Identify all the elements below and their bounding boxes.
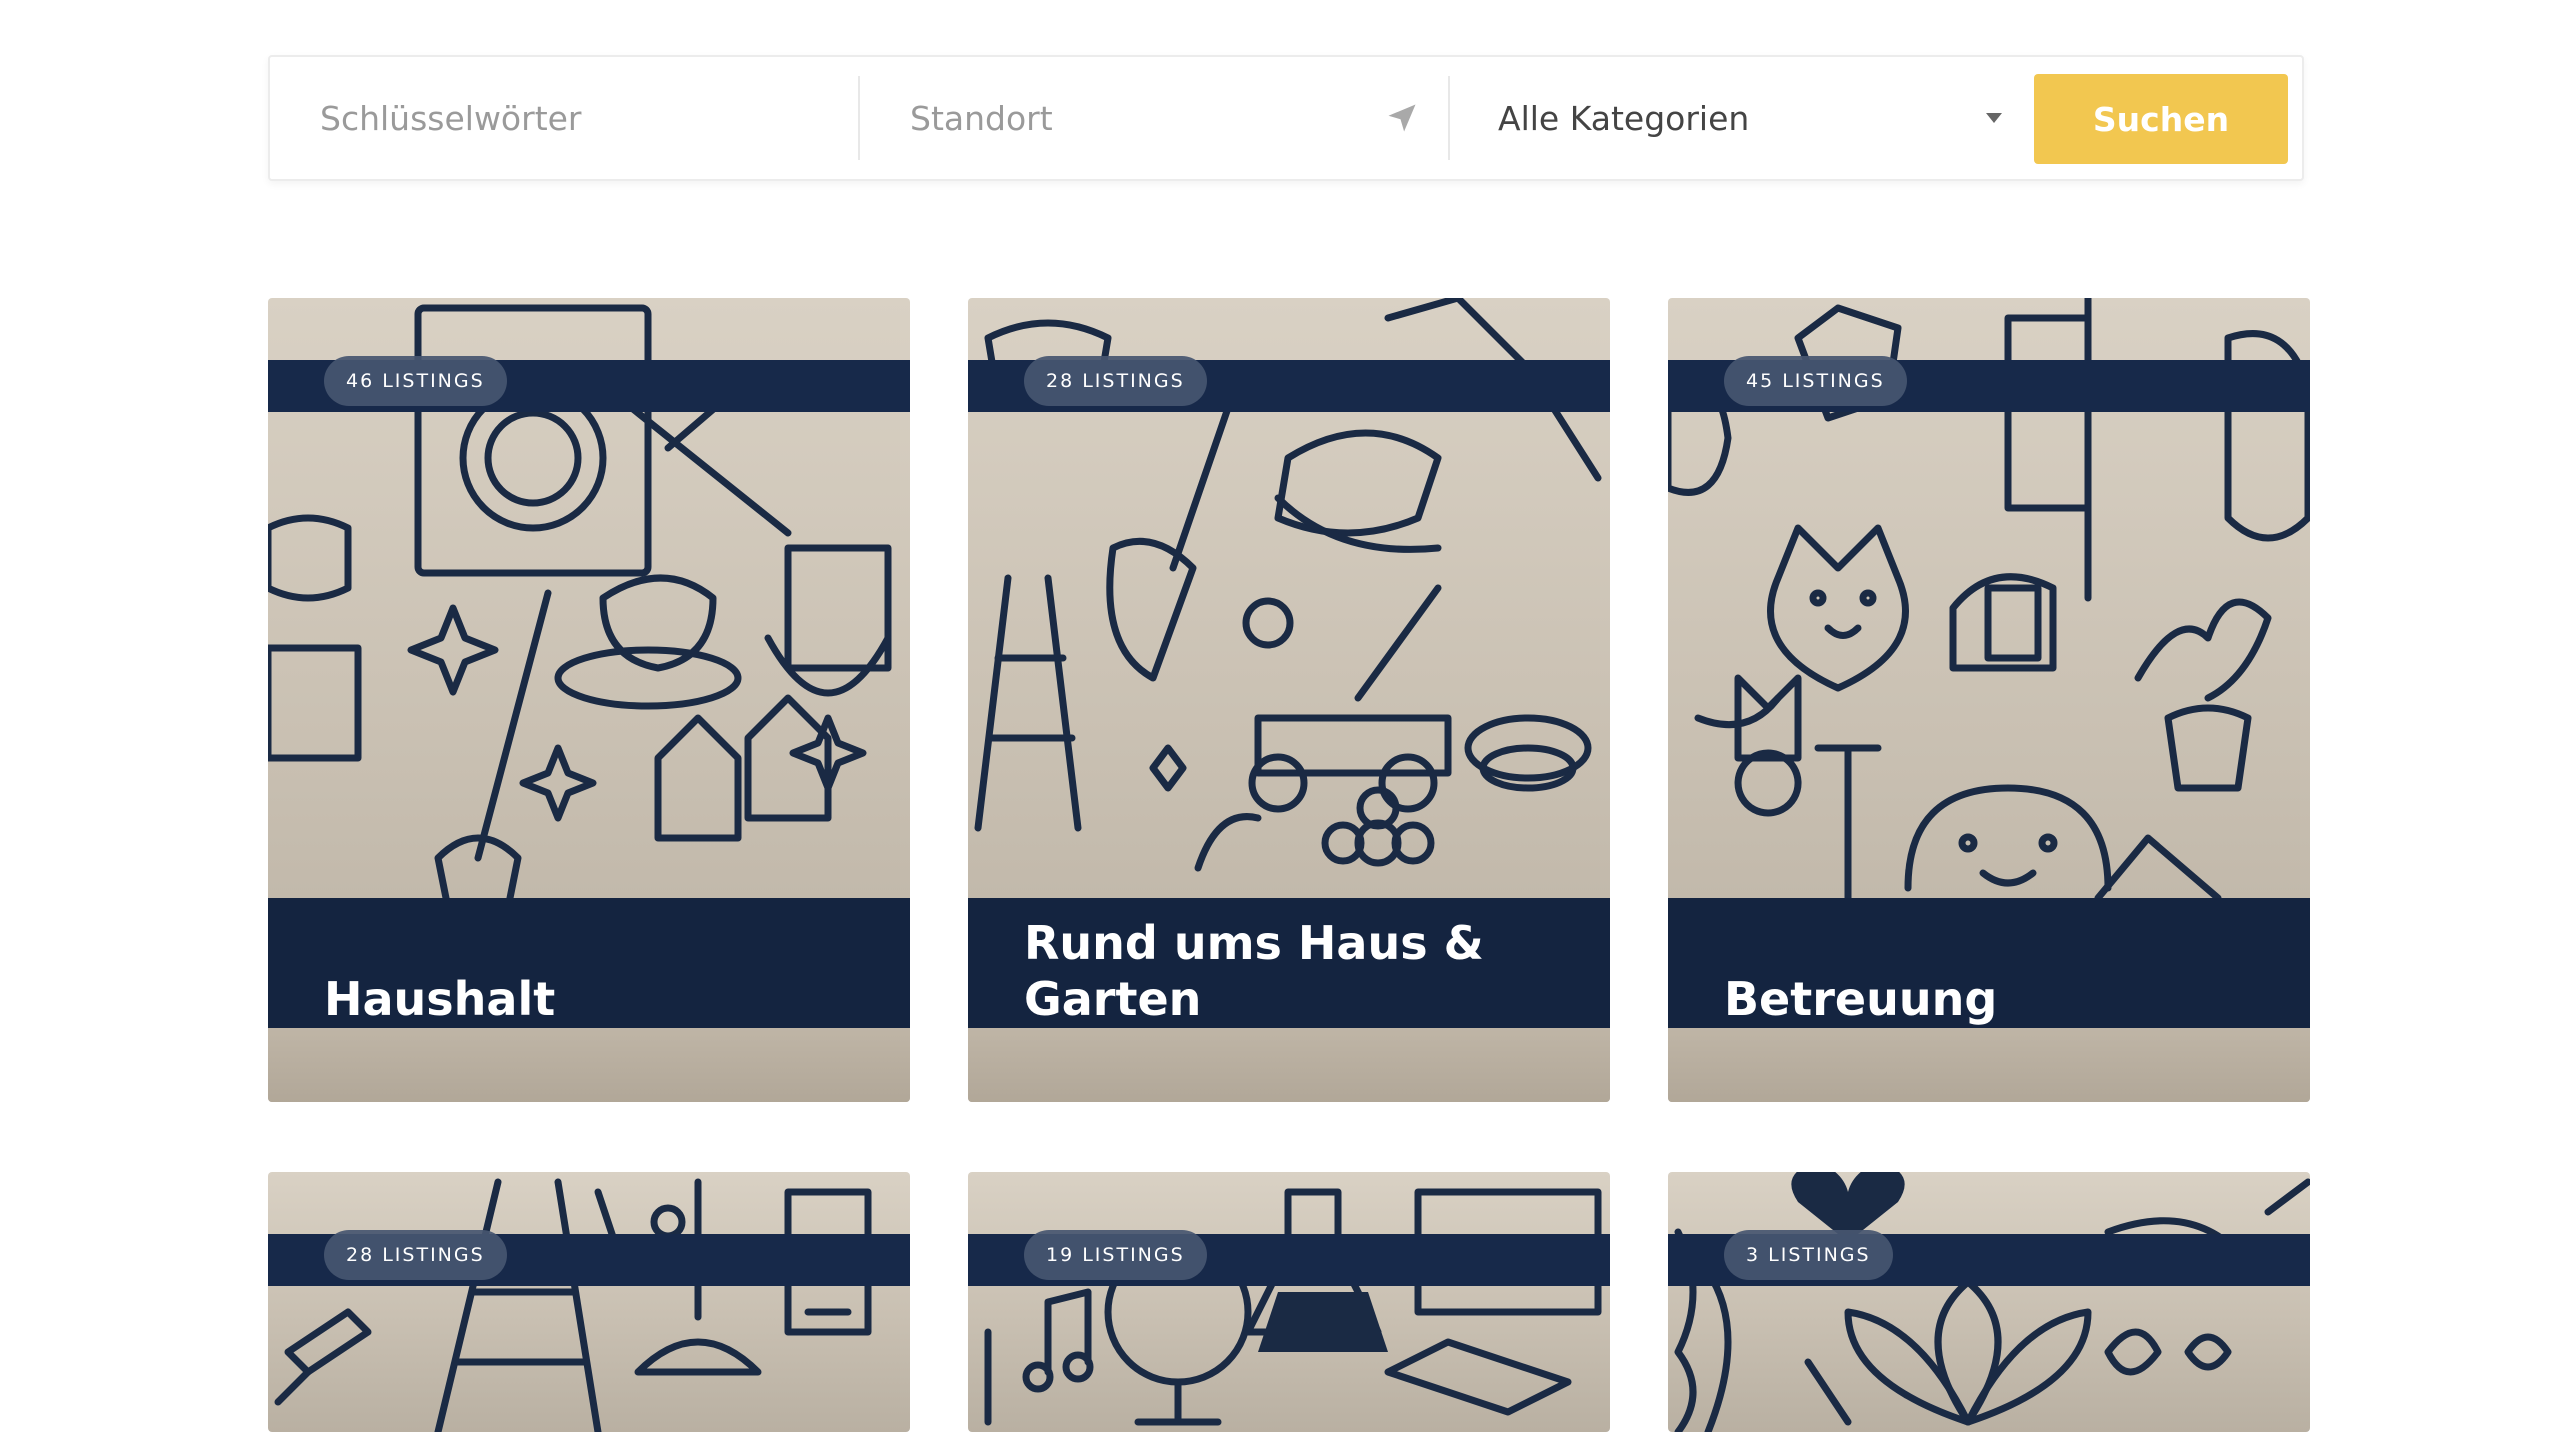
search-bar: Alle Kategorien Suchen xyxy=(268,55,2304,181)
keywords-field[interactable] xyxy=(270,57,858,179)
dropdown-caret-icon xyxy=(1986,113,2002,123)
category-card-care[interactable]: 45 LISTINGS Betreuung xyxy=(1668,298,2310,1102)
category-card-house-garden[interactable]: 28 LISTINGS Rund ums Haus & Garten xyxy=(968,298,1610,1102)
repairs-illustration xyxy=(274,1178,872,1432)
location-input[interactable] xyxy=(908,97,1448,139)
category-select-value: Alle Kategorien xyxy=(1498,98,1750,138)
category-title[interactable]: Rund ums Haus & Garten xyxy=(1024,915,1544,1027)
listing-count-badge: 28 LISTINGS xyxy=(324,1230,507,1280)
category-title[interactable]: Betreuung xyxy=(1724,971,2244,1027)
card-lower-strip xyxy=(268,1028,910,1102)
wellness-illustration xyxy=(1674,1172,2310,1432)
tutoring-illustration xyxy=(984,1188,1602,1426)
category-card-repairs[interactable]: 28 LISTINGS xyxy=(268,1172,910,1432)
category-card-wellness[interactable]: 3 LISTINGS xyxy=(1668,1172,2310,1432)
category-card-household[interactable]: 46 LISTINGS Haushalt xyxy=(268,298,910,1102)
location-field[interactable] xyxy=(860,57,1448,179)
listing-count-badge: 28 LISTINGS xyxy=(1024,356,1207,406)
category-card-tutoring[interactable]: 19 LISTINGS xyxy=(968,1172,1610,1432)
location-arrow-icon[interactable] xyxy=(1384,100,1420,136)
category-select[interactable]: Alle Kategorien xyxy=(1450,57,2054,179)
keywords-input[interactable] xyxy=(318,97,858,139)
listing-count-badge: 45 LISTINGS xyxy=(1724,356,1907,406)
category-title[interactable]: Haushalt xyxy=(324,971,844,1027)
card-lower-strip xyxy=(968,1028,1610,1102)
listing-count-badge: 3 LISTINGS xyxy=(1724,1230,1893,1280)
search-button[interactable]: Suchen xyxy=(2034,74,2288,164)
listing-count-badge: 46 LISTINGS xyxy=(324,356,507,406)
listing-count-badge: 19 LISTINGS xyxy=(1024,1230,1207,1280)
card-lower-strip xyxy=(1668,1028,2310,1102)
